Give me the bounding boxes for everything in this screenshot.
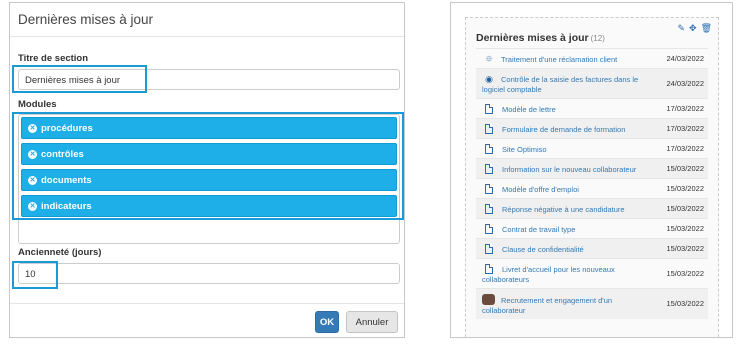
document-icon (485, 124, 493, 134)
list-item[interactable]: Contrat de travail type 15/03/2022 (476, 218, 708, 238)
item-date: 15/03/2022 (666, 163, 704, 173)
document-icon (485, 184, 493, 194)
item-date: 17/03/2022 (666, 143, 704, 153)
trash-icon[interactable]: 🗑 (701, 24, 712, 33)
widget-header: Dernières mises à jour (12) ✎ ✥ 🗑 (476, 24, 712, 48)
section-title-highlight (12, 65, 147, 93)
item-date: 15/03/2022 (666, 243, 704, 253)
document-icon (485, 104, 493, 114)
control-icon: ◉ (485, 74, 493, 84)
item-date: 15/03/2022 (666, 299, 704, 308)
document-icon (485, 164, 493, 174)
list-item[interactable]: Recrutement et engagement d'un collabora… (476, 288, 708, 319)
item-date: 17/03/2022 (666, 123, 704, 133)
list-item[interactable]: Modèle d'offre d'emploi 15/03/2022 (476, 178, 708, 198)
list-item[interactable]: ◉ Contrôle de la saisie des factures dans… (476, 68, 708, 98)
list-item[interactable]: Modèle de lettre 17/03/2022 (476, 98, 708, 118)
document-icon (485, 244, 493, 254)
updates-list: ⯐ Traitement d'une réclamation client 24/… (476, 48, 708, 319)
dashboard-preview: Dernières mises à jour (12) ✎ ✥ 🗑 ⯐ Traite… (450, 2, 733, 338)
list-item[interactable]: Clause de confidentialité 15/03/2022 (476, 238, 708, 258)
modules-label: Modules (18, 99, 57, 110)
widget-toolbar: ✎ ✥ 🗑 (677, 24, 712, 33)
age-highlight (12, 261, 58, 289)
document-icon (485, 224, 493, 234)
list-item[interactable]: Information sur le nouveau collaborateur… (476, 158, 708, 178)
widget-count: (12) (590, 34, 605, 43)
age-input[interactable]: 10 (18, 263, 400, 284)
list-item[interactable]: Livret d'accueil pour les nouveaux colla… (476, 258, 708, 288)
item-date: 15/03/2022 (666, 183, 704, 193)
item-date: 24/03/2022 (666, 78, 704, 88)
section-title-label: Titre de section (18, 53, 89, 64)
widget-settings-dialog: Dernières mises à jour Titre de section … (9, 2, 405, 338)
dialog-title: Dernières mises à jour (18, 12, 154, 27)
dialog-footer: OK Annuler (10, 303, 404, 337)
edit-icon[interactable]: ✎ (677, 24, 685, 33)
item-date: 17/03/2022 (666, 103, 704, 113)
list-item[interactable]: Réponse négative à une candidature 15/03… (476, 198, 708, 218)
list-item[interactable]: Site Optimiso 17/03/2022 (476, 138, 708, 158)
modules-highlight (12, 112, 404, 220)
dialog-header: Dernières mises à jour (10, 3, 404, 37)
procedure-icon: ⯐ (485, 54, 493, 64)
item-date: 24/03/2022 (666, 53, 704, 63)
list-item[interactable]: Formulaire de demande de formation 17/03… (476, 118, 708, 138)
cancel-button[interactable]: Annuler (346, 311, 398, 333)
age-label: Ancienneté (jours) (18, 247, 102, 258)
avatar-icon (482, 294, 495, 305)
item-date: 15/03/2022 (666, 203, 704, 213)
latest-updates-widget: Dernières mises à jour (12) ✎ ✥ 🗑 ⯐ Traite… (465, 17, 719, 337)
list-item[interactable]: ⯐ Traitement d'une réclamation client 24/… (476, 48, 708, 68)
document-icon (485, 264, 493, 274)
item-date: 15/03/2022 (666, 223, 704, 233)
ok-button[interactable]: OK (315, 311, 339, 333)
item-date: 15/03/2022 (666, 268, 704, 278)
move-icon[interactable]: ✥ (689, 24, 697, 33)
widget-title: Dernières mises à jour (476, 32, 589, 44)
document-icon (485, 144, 493, 154)
document-icon (485, 204, 493, 214)
